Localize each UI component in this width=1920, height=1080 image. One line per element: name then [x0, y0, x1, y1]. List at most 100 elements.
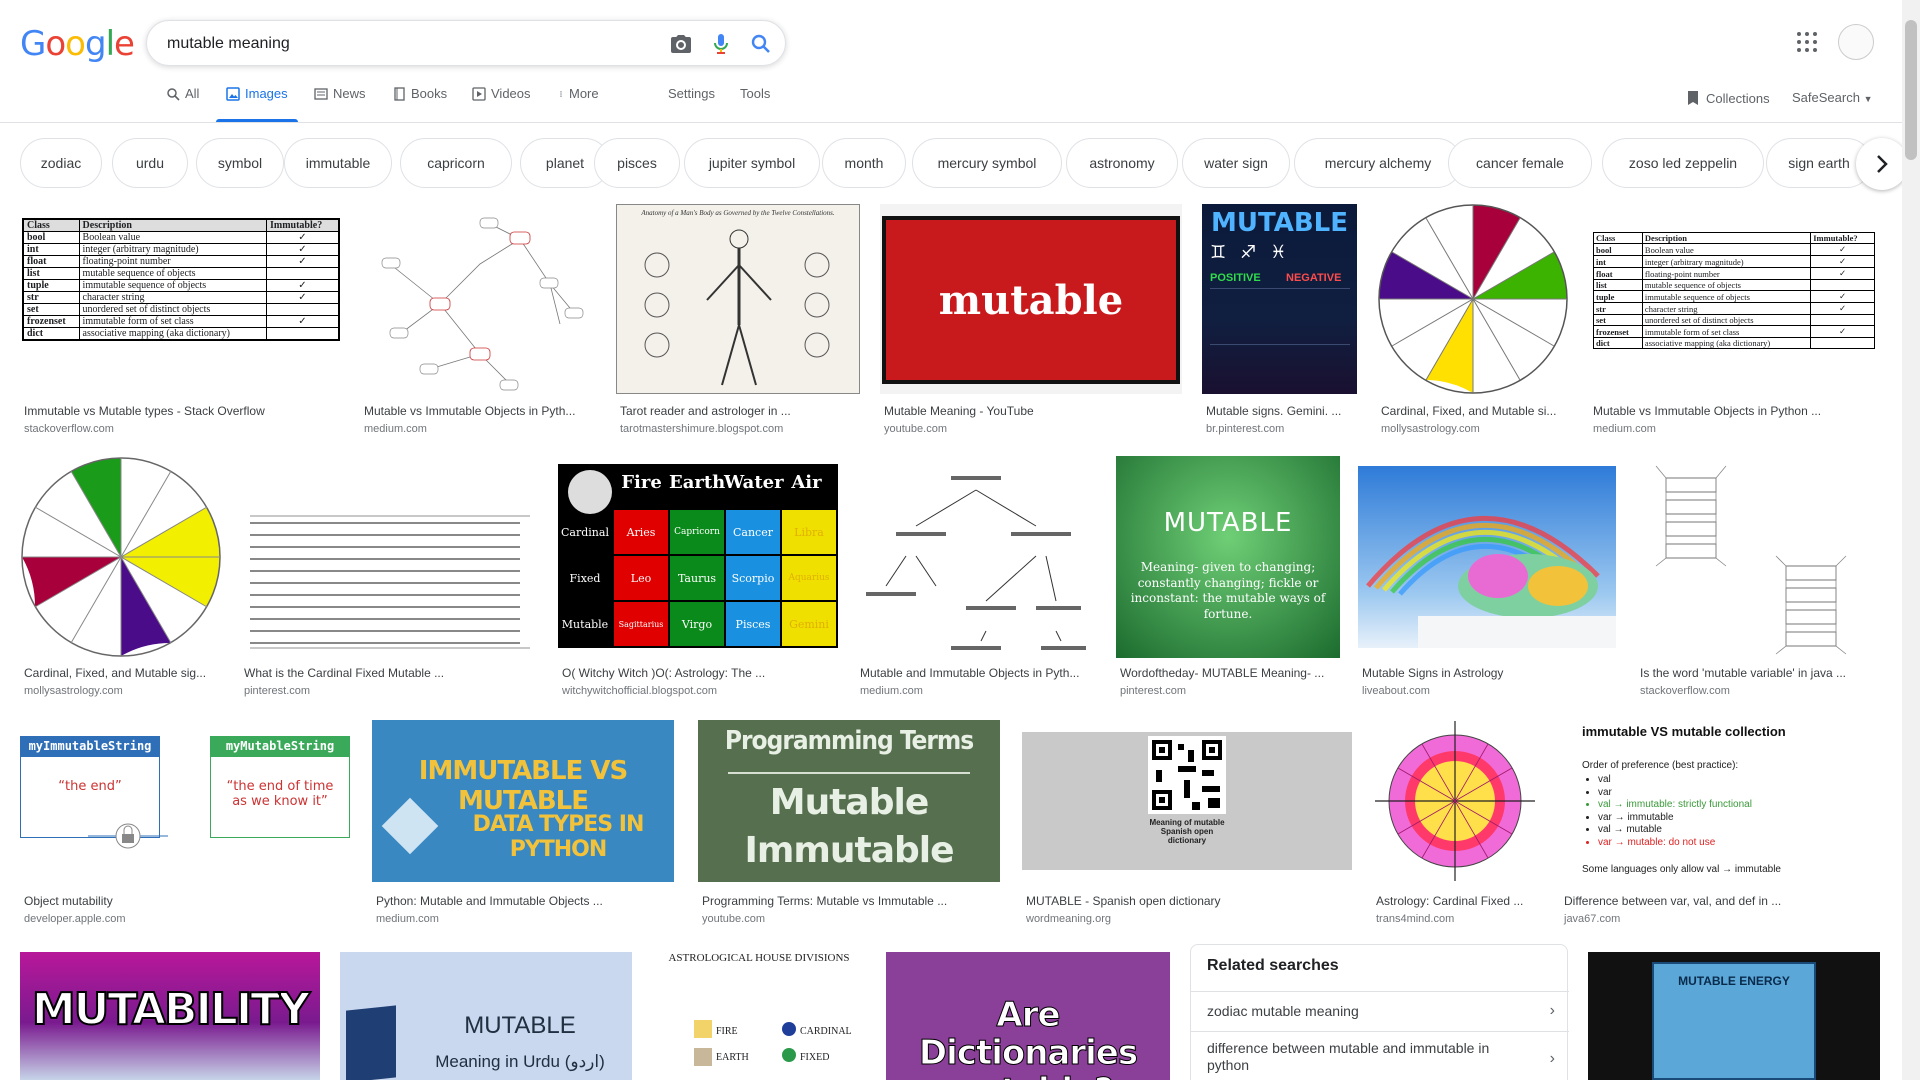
chip[interactable]: zodiac — [20, 138, 102, 188]
result-thumbnail[interactable]: MUTABLE ENERGY — [1588, 952, 1880, 1080]
result-source[interactable]: youtube.com — [884, 423, 947, 435]
result-source[interactable]: wordmeaning.org — [1026, 913, 1111, 925]
result-source[interactable]: java67.com — [1564, 913, 1620, 925]
result-title[interactable]: What is the Cardinal Fixed Mutable ... — [244, 666, 540, 680]
chip[interactable]: month — [822, 138, 906, 188]
result-source[interactable]: developer.apple.com — [24, 913, 126, 925]
result-title[interactable]: Mutable vs Immutable Objects in Pyth... — [364, 404, 592, 418]
result-title[interactable]: Tarot reader and astrologer in ... — [620, 404, 860, 418]
result-thumbnail[interactable] — [1372, 720, 1538, 882]
result-title[interactable]: Cardinal, Fixed, and Mutable sig... — [24, 666, 220, 680]
account-avatar[interactable] — [1838, 24, 1874, 60]
result-title[interactable]: Is the word 'mutable variable' in java .… — [1640, 666, 1880, 680]
image-result[interactable]: Is the word 'mutable variable' in java .… — [1636, 456, 1880, 700]
chip[interactable]: mercury symbol — [912, 138, 1062, 188]
result-thumbnail[interactable]: Class Description Immutable? bool Boolean v… — [20, 204, 342, 394]
result-thumbnail[interactable]: Are Dictionaries mutable? — [886, 952, 1170, 1080]
result-thumbnail[interactable]: Programming Terms Mutable Immutable — [698, 720, 1000, 882]
result-thumbnail[interactable] — [1358, 456, 1616, 658]
image-result[interactable]: MUTABLE ♊♐♓ POSITIVE NEGATIVE Mutable si… — [1202, 204, 1357, 440]
image-result[interactable]: myImmutableString “the end” myMutableStr… — [20, 720, 350, 926]
result-title[interactable]: Mutable Signs in Astrology — [1362, 666, 1616, 680]
result-source[interactable]: liveabout.com — [1362, 685, 1430, 697]
tab-tools[interactable]: Tools — [740, 86, 770, 122]
result-title[interactable]: Immutable vs Mutable types - Stack Overf… — [24, 404, 342, 418]
image-result[interactable]: Fire Earth Water Air Cardinal Aries Capr… — [558, 456, 838, 700]
microphone-icon[interactable] — [709, 32, 733, 56]
image-result[interactable]: Cardinal, Fixed, and Mutable si... molly… — [1377, 204, 1569, 440]
chip[interactable]: astronomy — [1066, 138, 1178, 188]
google-logo[interactable]: Google — [20, 24, 135, 64]
chip[interactable]: water sign — [1182, 138, 1290, 188]
chip[interactable]: urdu — [112, 138, 188, 188]
result-thumbnail[interactable]: MUTABLE Meaning in Urdu (اردو) — [340, 952, 632, 1080]
image-result[interactable]: Class Description Immutable? bool Boolean v… — [20, 204, 342, 440]
safesearch-toggle[interactable]: SafeSearch ▼ — [1792, 90, 1872, 105]
result-thumbnail[interactable]: Fire Earth Water Air Cardinal Aries Capr… — [558, 456, 838, 658]
result-source[interactable]: mollysastrology.com — [24, 685, 123, 697]
related-search-item[interactable]: difference between mutable and immutable… — [1191, 1031, 1569, 1080]
result-thumbnail[interactable] — [856, 456, 1096, 658]
result-thumbnail[interactable]: immutable VS mutable collection Order of… — [1560, 720, 1880, 882]
result-title[interactable]: Wordoftheday- MUTABLE Meaning- ... — [1120, 666, 1340, 680]
collections-link[interactable]: Collections — [1686, 90, 1770, 106]
tab-more[interactable]: More — [558, 86, 599, 122]
result-title[interactable]: Difference between var, val, and def in … — [1564, 894, 1880, 908]
result-title[interactable]: Object mutability — [24, 894, 350, 908]
image-result[interactable]: Class Description Immutable? bool Boolean v… — [1589, 204, 1879, 440]
result-source[interactable]: stackoverflow.com — [1640, 685, 1730, 697]
image-result[interactable]: MUTABLE ENERGY — [1588, 952, 1880, 1080]
image-result[interactable]: Meaning of mutable Spanish open dictiona… — [1022, 720, 1352, 926]
result-source[interactable]: pinterest.com — [244, 685, 310, 697]
result-thumbnail[interactable]: MUTABLE ♊♐♓ POSITIVE NEGATIVE — [1202, 204, 1357, 394]
result-thumbnail[interactable]: MUTABLE Meaning- given to changing; cons… — [1116, 456, 1340, 658]
result-thumbnail[interactable]: Anatomy of a Man's Body as Governed by t… — [616, 204, 860, 394]
result-source[interactable]: medium.com — [1593, 423, 1656, 435]
page-scrollbar[interactable] — [1902, 0, 1920, 1080]
result-title[interactable]: Cardinal, Fixed, and Mutable si... — [1381, 404, 1569, 418]
search-icon[interactable] — [749, 32, 773, 56]
result-source[interactable]: witchywitchofficial.blogspot.com — [562, 685, 717, 697]
result-source[interactable]: stackoverflow.com — [24, 423, 114, 435]
result-thumbnail[interactable] — [20, 456, 222, 658]
chip[interactable]: mercury alchemy — [1294, 138, 1462, 188]
tab-all[interactable]: All — [166, 86, 199, 122]
tab-videos[interactable]: Videos — [472, 86, 531, 122]
chip[interactable]: pisces — [594, 138, 680, 188]
result-thumbnail[interactable] — [1636, 456, 1880, 658]
image-result[interactable]: ASTROLOGICAL HOUSE DIVISIONS FIRE CARDIN… — [652, 952, 866, 1080]
result-thumbnail[interactable]: MUTABILITY — [20, 952, 320, 1080]
tab-settings[interactable]: Settings — [668, 86, 715, 122]
chip[interactable]: immutable — [284, 138, 392, 188]
result-title[interactable]: Astrology: Cardinal Fixed ... — [1376, 894, 1538, 908]
chip[interactable]: capricorn — [400, 138, 512, 188]
chip[interactable]: jupiter symbol — [684, 138, 820, 188]
result-thumbnail[interactable]: Meaning of mutable Spanish open dictiona… — [1022, 720, 1352, 882]
result-title[interactable]: Programming Terms: Mutable vs Immutable … — [702, 894, 1000, 908]
chips-next-button[interactable] — [1856, 138, 1908, 190]
result-source[interactable]: trans4mind.com — [1376, 913, 1454, 925]
chip[interactable]: zoso led zeppelin — [1602, 138, 1764, 188]
image-result[interactable]: immutable VS mutable collection Order of… — [1560, 720, 1880, 926]
result-thumbnail[interactable]: mutable — [880, 204, 1182, 394]
result-source[interactable]: medium.com — [376, 913, 439, 925]
result-thumbnail[interactable] — [240, 456, 540, 658]
chip[interactable]: cancer female — [1448, 138, 1592, 188]
result-source[interactable]: medium.com — [364, 423, 427, 435]
result-thumbnail[interactable] — [360, 204, 596, 394]
apps-grid-icon[interactable] — [1795, 30, 1819, 54]
image-result[interactable]: Cardinal, Fixed, and Mutable sig... moll… — [20, 456, 222, 700]
result-thumbnail[interactable]: IMMUTABLE VS MUTABLE DATA TYPES IN PYTHO… — [372, 720, 674, 882]
result-title[interactable]: Mutable signs. Gemini. ... — [1206, 404, 1356, 418]
image-result[interactable]: MUTABLE Meaning- given to changing; cons… — [1116, 456, 1340, 700]
image-result[interactable]: Mutable vs Immutable Objects in Pyth... … — [360, 204, 596, 440]
image-result[interactable]: Programming Terms Mutable Immutable Prog… — [698, 720, 1000, 926]
image-result[interactable]: Astrology: Cardinal Fixed ... trans4mind… — [1372, 720, 1538, 926]
result-title[interactable]: Mutable vs Immutable Objects in Python .… — [1593, 404, 1879, 418]
image-result[interactable]: What is the Cardinal Fixed Mutable ... p… — [240, 456, 540, 700]
result-source[interactable]: tarotmastershimure.blogspot.com — [620, 423, 783, 435]
result-thumbnail[interactable] — [1377, 204, 1569, 394]
result-thumbnail[interactable]: ASTROLOGICAL HOUSE DIVISIONS FIRE CARDIN… — [652, 952, 866, 1080]
result-title[interactable]: Mutable and Immutable Objects in Pyth... — [860, 666, 1096, 680]
result-source[interactable]: medium.com — [860, 685, 923, 697]
